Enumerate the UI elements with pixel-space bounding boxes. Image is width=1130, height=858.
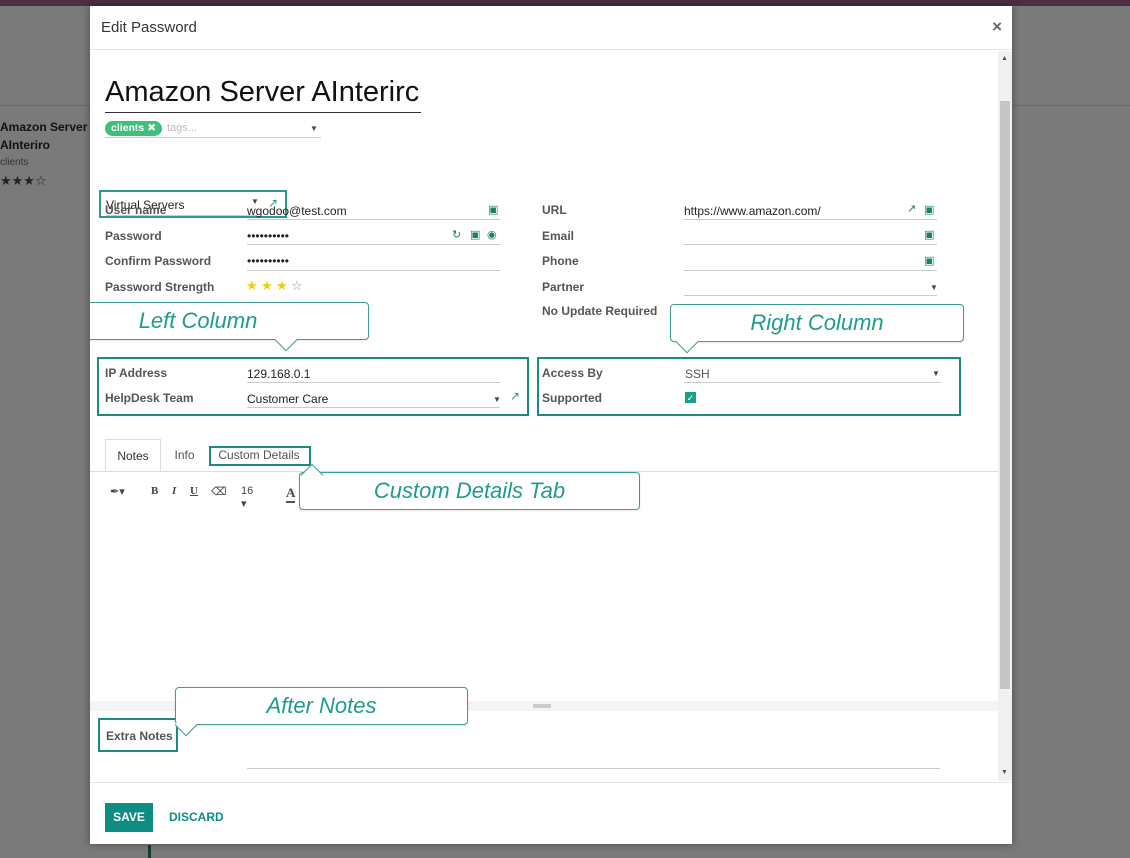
font-size-select[interactable]: 16 ▾ [241, 485, 253, 510]
access-by-label: Access By [542, 366, 603, 380]
notes-editor[interactable] [105, 513, 985, 698]
eraser-icon[interactable]: ⌫ [211, 485, 227, 498]
tab-notes[interactable]: Notes [105, 439, 161, 472]
close-icon[interactable]: × [992, 17, 1002, 37]
background-card-tag: clients [0, 157, 29, 168]
copy-icon[interactable]: ▣ [488, 203, 498, 216]
external-link-icon[interactable]: ↗ [510, 389, 520, 403]
callout-tail [174, 713, 198, 737]
username-input[interactable]: wgodoo@test.com [247, 204, 347, 218]
scroll-thumb[interactable] [1000, 101, 1010, 689]
tag-chip[interactable]: clients ✖ [105, 121, 162, 136]
helpdesk-team-underline [247, 407, 500, 408]
record-name-input[interactable]: Amazon Server AInterirc [105, 73, 421, 113]
supported-label: Supported [542, 391, 602, 405]
left-column-callout: Left Column [90, 302, 369, 352]
callout-tail [675, 330, 699, 354]
italic-button[interactable]: I [172, 485, 176, 497]
partner-underline [684, 295, 937, 296]
modal-body: ▲ ▼ Amazon Server AInterirc clients ✖ ta… [90, 51, 1012, 781]
star-filled-icon: ★ [261, 278, 273, 293]
underline-button[interactable]: U [190, 485, 198, 497]
tag-label: clients [111, 122, 145, 134]
extra-notes-highlight: Extra Notes [98, 718, 178, 752]
helpdesk-team-input[interactable]: Customer Care [247, 392, 328, 406]
copy-icon[interactable]: ▣ [470, 228, 480, 241]
bold-button[interactable]: B [151, 485, 158, 497]
scroll-down-arrow-icon[interactable]: ▼ [1001, 769, 1008, 776]
custom-details-tab-callout-text: Custom Details Tab [373, 478, 566, 503]
url-underline [684, 219, 937, 220]
generate-password-icon[interactable]: ↻ [452, 228, 461, 241]
save-button[interactable]: SAVE [105, 803, 153, 832]
username-label: User name [105, 203, 167, 217]
ip-address-underline [247, 382, 500, 383]
email-label: Email [542, 229, 575, 243]
password-underline [247, 244, 500, 245]
password-strength-label: Password Strength [105, 280, 215, 294]
background-card-stars: ★★★☆ [0, 173, 47, 188]
partner-dropdown-icon[interactable]: ▼ [930, 283, 938, 292]
username-underline [247, 219, 500, 220]
resize-handle[interactable] [533, 704, 551, 708]
tab-info[interactable]: Info [162, 439, 207, 472]
password-strength-stars: ★ ★ ★ ☆ [246, 278, 303, 294]
copy-icon[interactable]: ▣ [924, 254, 934, 267]
access-by-underline [684, 382, 941, 383]
tags-placeholder: tags... [167, 122, 197, 134]
modal-footer: SAVE DISCARD [90, 782, 1012, 844]
after-notes-callout: After Notes [174, 687, 468, 737]
text-color-button[interactable]: A [286, 485, 296, 503]
after-notes-callout-text: After Notes [266, 693, 377, 718]
partner-label: Partner [542, 280, 585, 294]
ip-address-input[interactable]: 129.168.0.1 [247, 367, 310, 381]
confirm-password-input[interactable]: •••••••••• [247, 254, 289, 268]
extra-notes-input[interactable] [247, 768, 940, 769]
show-password-eye-icon[interactable]: ◉ [487, 228, 497, 241]
tags-dropdown-icon[interactable]: ▼ [310, 124, 318, 133]
confirm-password-label: Confirm Password [105, 254, 212, 268]
star-filled-icon: ★ [246, 278, 258, 293]
supported-checkbox[interactable]: ✓ [685, 392, 696, 403]
copy-icon[interactable]: ▣ [924, 228, 934, 241]
access-by-dropdown-icon[interactable]: ▼ [932, 369, 940, 378]
style-wand-icon[interactable]: ✒▾ [110, 485, 125, 498]
right-column-callout: Right Column [670, 304, 964, 354]
scroll-up-arrow-icon[interactable]: ▲ [1001, 55, 1008, 62]
password-label: Password [105, 229, 162, 243]
phone-underline [684, 270, 937, 271]
open-url-icon[interactable]: ↗ [907, 202, 916, 215]
modal-header: Edit Password × [90, 6, 1012, 50]
discard-button[interactable]: DISCARD [169, 810, 224, 824]
email-underline [684, 244, 937, 245]
url-input[interactable]: https://www.amazon.com/ [684, 204, 821, 218]
edit-password-dialog: Edit Password × ▲ ▼ Amazon Server AInter… [90, 6, 1012, 844]
phone-label: Phone [542, 254, 579, 268]
no-update-required-label: No Update Required [542, 304, 658, 318]
custom-details-tab-callout: Custom Details Tab [299, 463, 640, 510]
password-input[interactable]: •••••••••• [247, 229, 289, 243]
access-by-select[interactable]: SSH [685, 367, 710, 381]
right-column-callout-text: Right Column [750, 310, 884, 335]
helpdesk-team-label: HelpDesk Team [105, 391, 194, 405]
confirm-password-underline [247, 270, 500, 271]
ip-address-label: IP Address [105, 366, 168, 380]
callout-tail [274, 328, 298, 352]
tag-remove-icon[interactable]: ✖ [147, 122, 156, 134]
extra-notes-label: Extra Notes [106, 729, 173, 743]
tags-field[interactable]: clients ✖ tags... ▼ [105, 120, 321, 138]
background-kanban-card[interactable]: Amazon Server AInteriro clients ★★★☆ [0, 118, 90, 190]
star-empty-icon: ☆ [291, 278, 303, 293]
font-size-value: 16 [241, 485, 254, 497]
left-column-callout-text: Left Column [138, 308, 258, 333]
modal-scrollbar[interactable]: ▲ ▼ [998, 51, 1012, 781]
copy-icon[interactable]: ▣ [924, 203, 934, 216]
star-filled-icon: ★ [276, 278, 288, 293]
url-label: URL [542, 203, 567, 217]
custom-details-highlight [209, 446, 311, 466]
helpdesk-team-dropdown-icon[interactable]: ▼ [493, 395, 501, 404]
modal-title: Edit Password [101, 19, 197, 36]
background-card-title: Amazon Server AInteriro [0, 120, 88, 152]
background-divider [148, 845, 151, 858]
